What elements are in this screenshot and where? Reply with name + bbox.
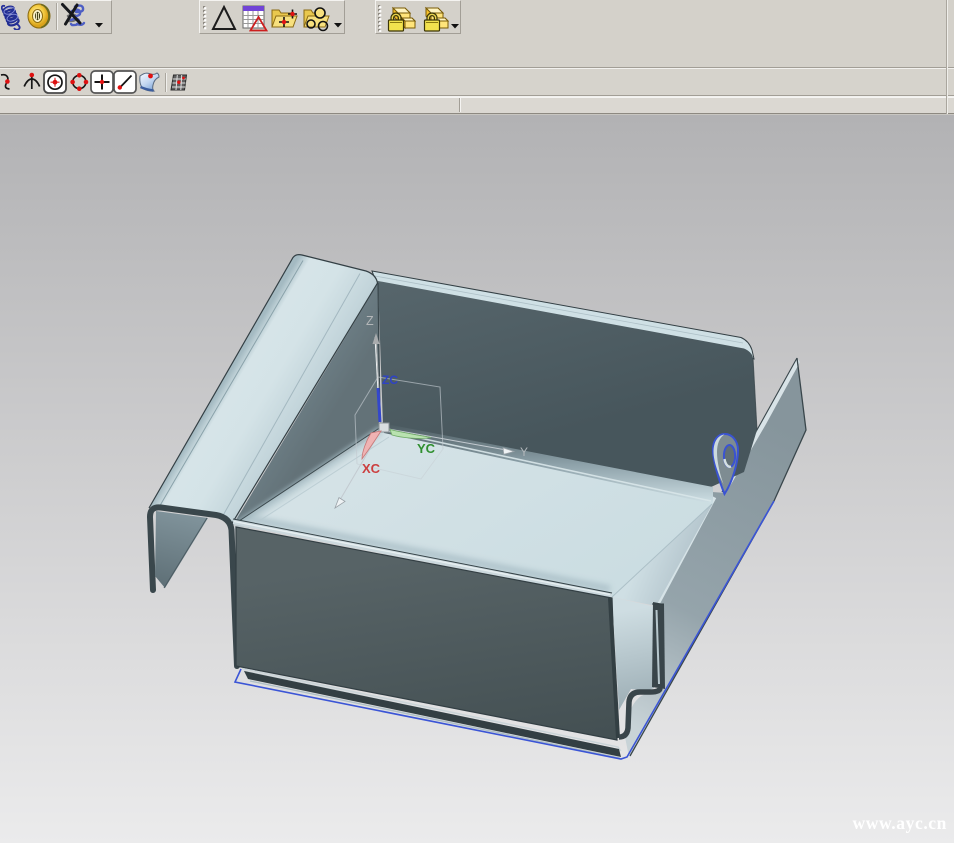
svg-text:Z: Z <box>366 314 374 328</box>
svg-text:ZC: ZC <box>382 373 398 387</box>
svg-text:Y: Y <box>520 445 528 459</box>
svg-text:YC: YC <box>417 441 436 456</box>
svg-text:XC: XC <box>362 461 381 476</box>
